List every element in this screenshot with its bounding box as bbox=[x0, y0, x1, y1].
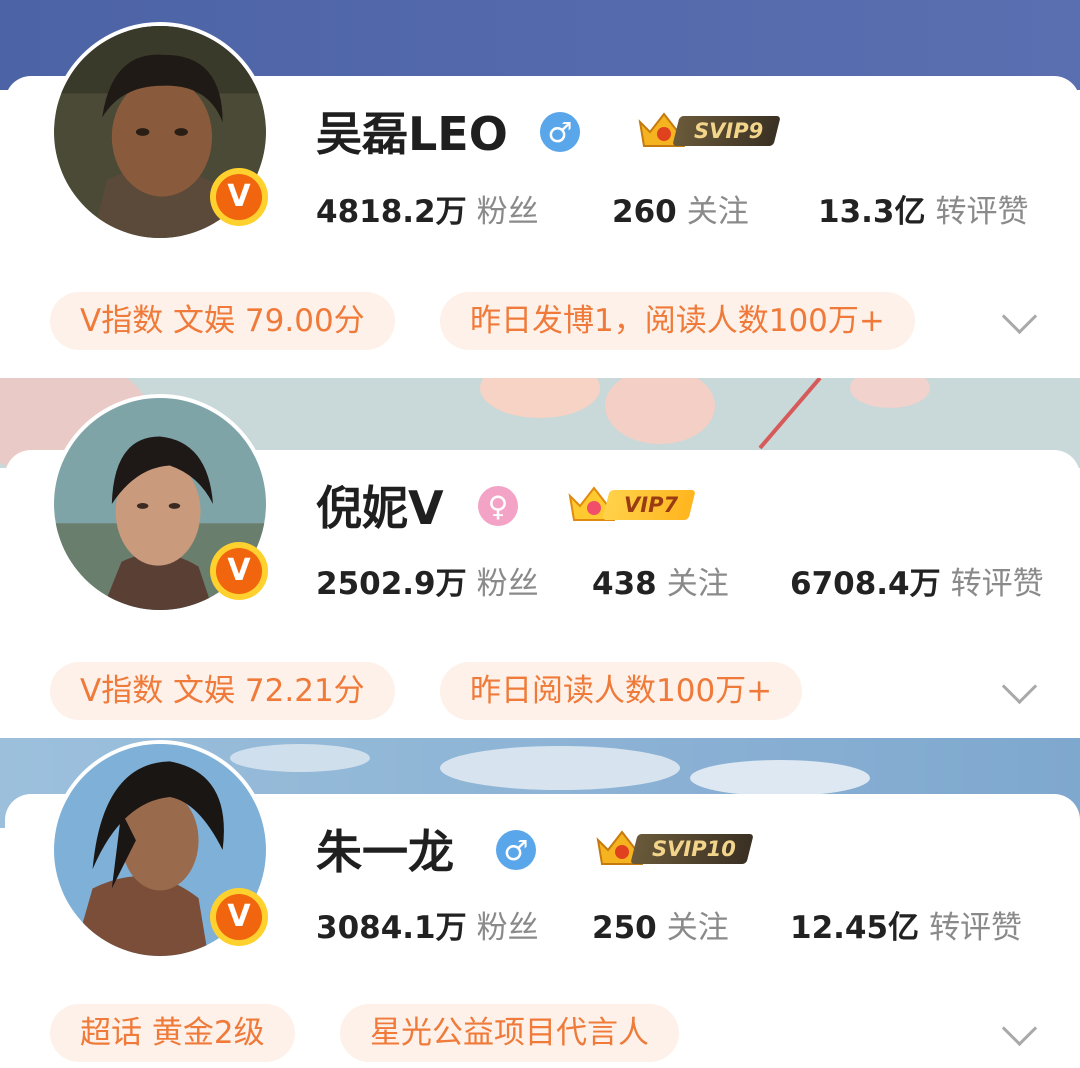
verified-v-icon: V bbox=[210, 168, 268, 226]
stat-value: 250 bbox=[592, 910, 657, 946]
vip-label: SVIP10 bbox=[652, 837, 736, 861]
username[interactable]: 倪妮V bbox=[316, 480, 444, 536]
verified-v-icon: V bbox=[210, 542, 268, 600]
stat-value: 12.45亿 bbox=[790, 910, 920, 946]
vip-label: VIP7 bbox=[624, 493, 679, 517]
stat-label: 转评赞 bbox=[935, 194, 1029, 230]
stat-followers[interactable]: 2502.9万 粉丝 bbox=[316, 558, 539, 603]
stat-value: 2502.9万 bbox=[316, 566, 467, 602]
stat-following[interactable]: 438 关注 bbox=[592, 558, 729, 603]
username[interactable]: 朱一龙 bbox=[316, 824, 454, 880]
stat-value: 6708.4万 bbox=[790, 566, 941, 602]
stat-label: 粉丝 bbox=[476, 910, 539, 946]
stat-likes[interactable]: 12.45亿 转评赞 bbox=[790, 902, 1022, 947]
stat-label: 粉丝 bbox=[476, 194, 539, 230]
female-gender-icon: ♀ bbox=[478, 486, 518, 526]
stat-value: 438 bbox=[592, 566, 657, 602]
stat-label: 关注 bbox=[666, 566, 729, 602]
tag-super-topic[interactable]: 超话 黄金2级 bbox=[50, 1004, 295, 1062]
stat-value: 4818.2万 bbox=[316, 194, 467, 230]
tag-ambassador[interactable]: 星光公益项目代言人 bbox=[340, 1004, 679, 1062]
profile-card-zhuyilong: V 朱一龙 ♂ SVIP10 3084.1万 粉丝 250 关注 12.45亿 转评赞… bbox=[0, 738, 1080, 1068]
stat-value: 260 bbox=[612, 194, 677, 230]
stat-following[interactable]: 250 关注 bbox=[592, 902, 729, 947]
male-gender-icon: ♂ bbox=[540, 112, 580, 152]
stat-value: 3084.1万 bbox=[316, 910, 467, 946]
stat-label: 转评赞 bbox=[929, 910, 1023, 946]
stat-label: 粉丝 bbox=[476, 566, 539, 602]
stat-following[interactable]: 260 关注 bbox=[612, 186, 749, 231]
stat-likes[interactable]: 13.3亿 转评赞 bbox=[818, 186, 1029, 231]
stat-label: 关注 bbox=[666, 910, 729, 946]
stat-followers[interactable]: 4818.2万 粉丝 bbox=[316, 186, 539, 231]
stat-followers[interactable]: 3084.1万 粉丝 bbox=[316, 902, 539, 947]
stat-label: 关注 bbox=[686, 194, 749, 230]
tag-activity[interactable]: 昨日发博1，阅读人数100万+ bbox=[440, 292, 915, 350]
tag-activity[interactable]: 昨日阅读人数100万+ bbox=[440, 662, 803, 720]
male-gender-icon: ♂ bbox=[496, 830, 536, 870]
verified-v-icon: V bbox=[210, 888, 268, 946]
profile-card-nini: V 倪妮V ♀ VIP7 2502.9万 粉丝 438 关注 6708.4万 转评赞 … bbox=[0, 378, 1080, 738]
tag-v-index[interactable]: V指数 文娱 72.21分 bbox=[50, 662, 395, 720]
username[interactable]: 吴磊LEO bbox=[316, 106, 508, 162]
vip-label: SVIP9 bbox=[694, 119, 764, 143]
stat-value: 13.3亿 bbox=[818, 194, 926, 230]
stat-likes[interactable]: 6708.4万 转评赞 bbox=[790, 558, 1044, 603]
tag-v-index[interactable]: V指数 文娱 79.00分 bbox=[50, 292, 395, 350]
stat-label: 转评赞 bbox=[950, 566, 1044, 602]
profile-card-wulei: V 吴磊LEO ♂ SVIP9 4818.2万 粉丝 260 关注 13.3亿 转评赞… bbox=[0, 0, 1080, 378]
